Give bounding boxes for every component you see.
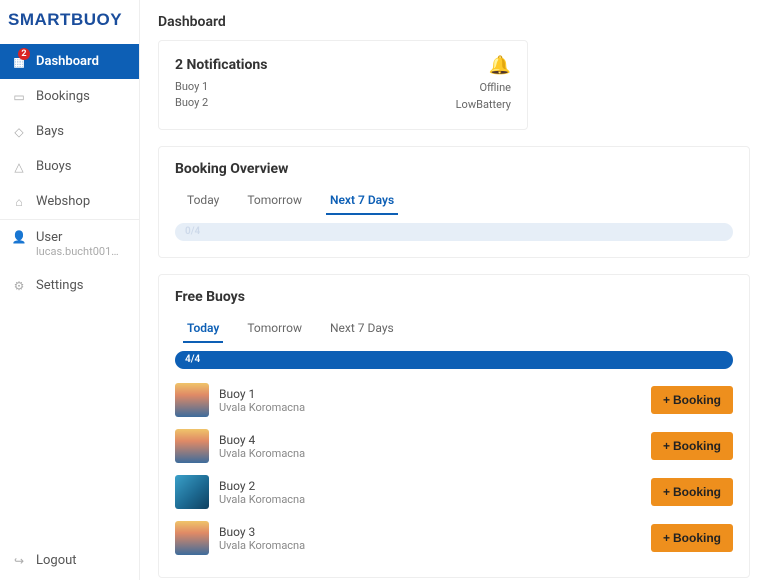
- booking-overview-title: Booking Overview: [175, 161, 733, 177]
- buoy-row: Buoy 2 Uvala Koromacna +Booking: [175, 469, 733, 515]
- tab-today[interactable]: Today: [183, 187, 223, 215]
- tab-today[interactable]: Today: [183, 315, 223, 343]
- nav-label: Webshop: [36, 194, 90, 209]
- tab-next7[interactable]: Next 7 Days: [326, 187, 398, 215]
- main: Dashboard 2 Notifications Buoy 1 Buoy 2 …: [140, 0, 768, 580]
- tab-tomorrow[interactable]: Tomorrow: [243, 187, 306, 215]
- nav-user[interactable]: 👤 User lucas.bucht001@gmail...: [0, 220, 139, 268]
- nav-logout[interactable]: ↪ Logout: [0, 541, 139, 580]
- progress-text: 4/4: [185, 351, 200, 369]
- sidebar: SMARTBUOY ▦ Dashboard 2 ▭ Bookings ◇ Bay…: [0, 0, 140, 580]
- nav-label: Bookings: [36, 89, 90, 104]
- buoy-thumb: [175, 521, 209, 555]
- booking-button[interactable]: +Booking: [651, 432, 733, 460]
- buoy-name: Buoy 2: [219, 479, 641, 493]
- buoys-icon: △: [12, 160, 26, 174]
- booking-button[interactable]: +Booking: [651, 386, 733, 414]
- nav-dashboard[interactable]: ▦ Dashboard 2: [0, 44, 139, 79]
- buoy-row: Buoy 1 Uvala Koromacna +Booking: [175, 377, 733, 423]
- nav-label: Buoys: [36, 159, 71, 174]
- buoy-thumb: [175, 383, 209, 417]
- plus-icon: +: [663, 439, 670, 453]
- nav-label: Dashboard: [36, 54, 99, 69]
- booking-button[interactable]: +Booking: [651, 478, 733, 506]
- settings-icon: ⚙: [12, 279, 26, 293]
- buoy-sub: Uvala Koromacna: [219, 539, 641, 552]
- page-title: Dashboard: [158, 0, 750, 40]
- plus-icon: +: [663, 485, 670, 499]
- buoy-name: Buoy 3: [219, 525, 641, 539]
- buoy-thumb: [175, 475, 209, 509]
- free-buoys-card: Free Buoys Today Tomorrow Next 7 Days 4/…: [158, 274, 750, 578]
- booking-progress: 0/4: [175, 223, 733, 241]
- free-buoys-progress: 4/4: [175, 351, 733, 369]
- logout-label: Logout: [36, 553, 77, 568]
- nav-webshop[interactable]: ⌂ Webshop: [0, 184, 139, 219]
- nav-bookings[interactable]: ▭ Bookings: [0, 79, 139, 114]
- booking-button[interactable]: +Booking: [651, 524, 733, 552]
- nav-buoys[interactable]: △ Buoys: [0, 149, 139, 184]
- tab-next7[interactable]: Next 7 Days: [326, 315, 398, 343]
- plus-icon: +: [663, 531, 670, 545]
- user-label: User: [36, 230, 127, 245]
- progress-text: 0/4: [185, 223, 200, 241]
- notifications-right: 🔔 Offline LowBattery: [456, 55, 511, 113]
- notifications-title: 2 Notifications: [175, 57, 267, 73]
- notifications-left: 2 Notifications Buoy 1 Buoy 2: [175, 57, 267, 112]
- free-buoys-tabs: Today Tomorrow Next 7 Days: [175, 315, 733, 343]
- booking-overview-tabs: Today Tomorrow Next 7 Days: [175, 187, 733, 215]
- nav: ▦ Dashboard 2 ▭ Bookings ◇ Bays △ Buoys …: [0, 44, 139, 541]
- buoy-row: Buoy 4 Uvala Koromacna +Booking: [175, 423, 733, 469]
- nav-badge: 2: [18, 48, 30, 60]
- notif-status: Offline: [456, 80, 511, 97]
- plus-icon: +: [663, 393, 670, 407]
- user-icon: 👤: [12, 230, 26, 244]
- tab-tomorrow[interactable]: Tomorrow: [243, 315, 306, 343]
- nav-settings[interactable]: ⚙ Settings: [0, 268, 139, 303]
- logout-icon: ↪: [12, 554, 26, 568]
- notif-status: LowBattery: [456, 97, 511, 114]
- user-email: lucas.bucht001@gmail...: [36, 245, 127, 258]
- buoy-thumb: [175, 429, 209, 463]
- nav-bays[interactable]: ◇ Bays: [0, 114, 139, 149]
- buoy-list: Buoy 1 Uvala Koromacna +Booking Buoy 4 U…: [175, 377, 733, 561]
- buoy-name: Buoy 4: [219, 433, 641, 447]
- nav-label: Settings: [36, 278, 83, 293]
- buoy-sub: Uvala Koromacna: [219, 447, 641, 460]
- notifications-card: 2 Notifications Buoy 1 Buoy 2 🔔 Offline …: [158, 40, 528, 130]
- bays-icon: ◇: [12, 125, 26, 139]
- buoy-row: Buoy 3 Uvala Koromacna +Booking: [175, 515, 733, 561]
- bell-icon[interactable]: 🔔: [456, 55, 511, 76]
- notif-name: Buoy 2: [175, 95, 208, 112]
- free-buoys-title: Free Buoys: [175, 289, 733, 305]
- buoy-sub: Uvala Koromacna: [219, 401, 641, 414]
- booking-overview-card: Booking Overview Today Tomorrow Next 7 D…: [158, 146, 750, 258]
- notif-name: Buoy 1: [175, 79, 208, 96]
- nav-label: Bays: [36, 124, 64, 139]
- buoy-name: Buoy 1: [219, 387, 641, 401]
- webshop-icon: ⌂: [12, 195, 26, 209]
- buoy-sub: Uvala Koromacna: [219, 493, 641, 506]
- brand-logo: SMARTBUOY: [0, 0, 139, 40]
- bookings-icon: ▭: [12, 90, 26, 104]
